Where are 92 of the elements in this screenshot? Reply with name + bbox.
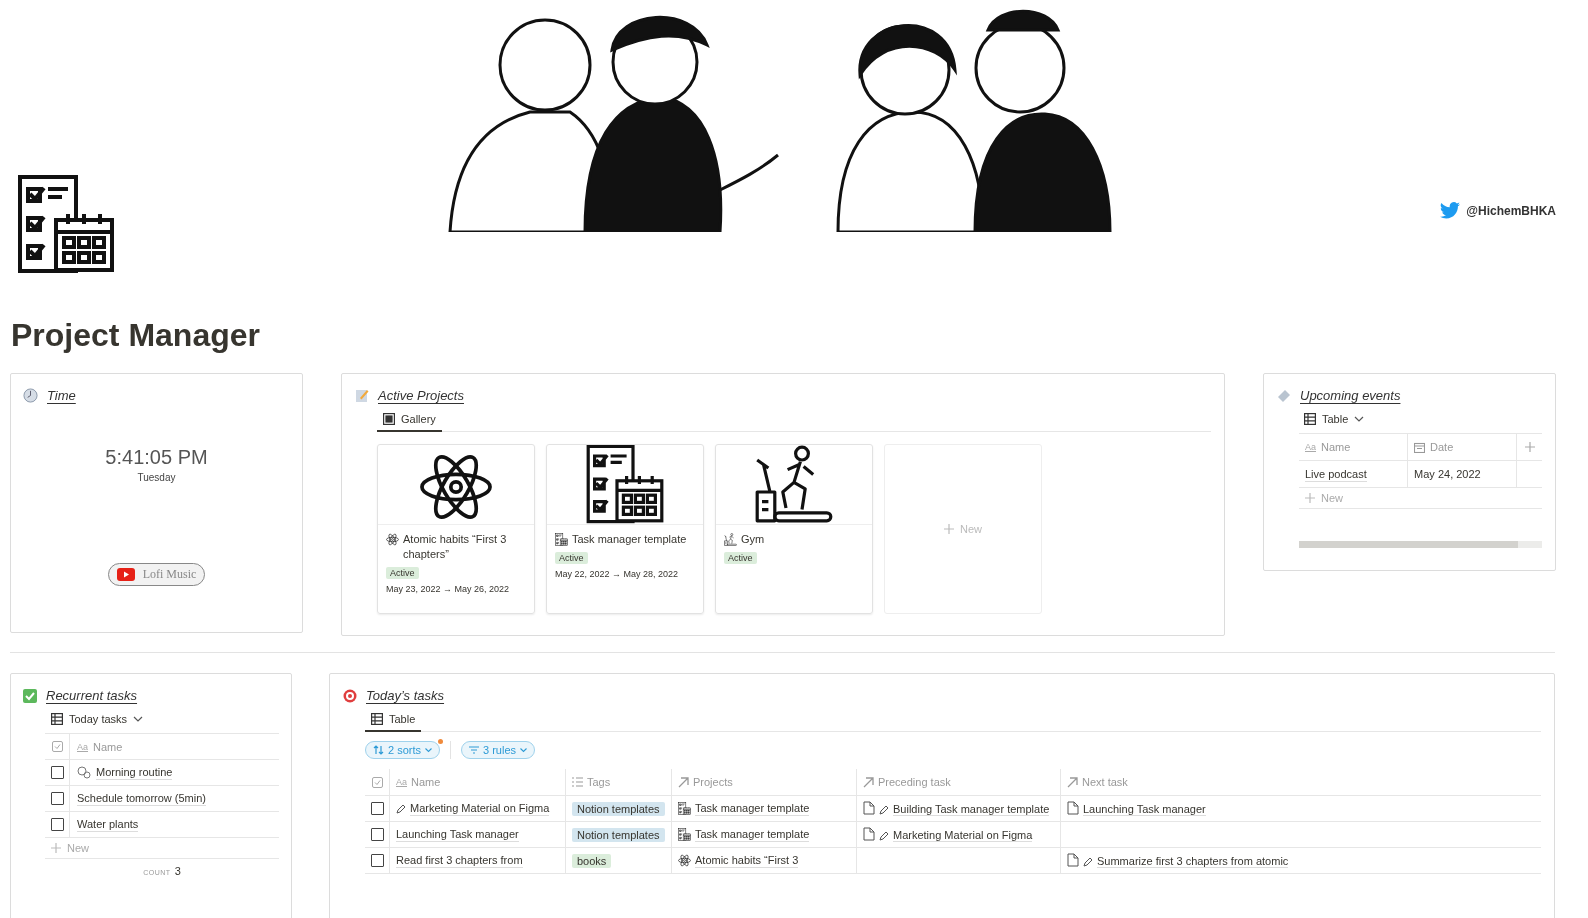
project-link[interactable]: Task manager template — [695, 827, 810, 842]
gallery-card[interactable]: Task manager template Active May 22, 2022 → May 28, 2022 — [546, 444, 704, 614]
gallery-icon — [383, 413, 395, 425]
arrow-icon — [863, 776, 874, 788]
calendar-icon — [1414, 441, 1426, 453]
checklist-calendar-icon — [678, 828, 691, 841]
filter-icon — [469, 746, 479, 754]
text-property-icon: Aa — [1305, 442, 1316, 452]
task-name[interactable]: Schedule tomorrow (5min) — [77, 791, 206, 806]
chevron-down-icon — [425, 747, 432, 753]
clock-icon — [23, 388, 38, 403]
next-task-link[interactable]: Launching Task manager — [1083, 802, 1206, 816]
weekday-label: Tuesday — [137, 472, 176, 483]
atom-icon — [678, 854, 691, 867]
list-icon — [572, 777, 583, 787]
twitter-handle[interactable]: @HichemBHKA — [1466, 203, 1556, 218]
atom-icon — [386, 533, 399, 546]
view-selector[interactable]: Today tasks — [51, 713, 144, 725]
checkbox[interactable] — [50, 792, 64, 805]
project-name: Atomic habits “First 3 chapters” — [403, 532, 508, 562]
task-name[interactable]: Morning routine — [96, 765, 173, 780]
bird-icon — [1440, 202, 1461, 219]
project-link[interactable]: Task manager template — [695, 801, 810, 816]
checkbox[interactable] — [370, 828, 384, 841]
event-name[interactable]: Live podcast — [1305, 466, 1367, 482]
chevron-down-icon — [520, 747, 528, 753]
task-name[interactable]: Read first 3 chapters from — [396, 853, 523, 868]
project-link[interactable]: Atomic habits “First 3 — [695, 853, 799, 868]
document-icon — [1067, 852, 1079, 867]
date-range: May 22, 2022 → May 28, 2022 — [555, 569, 679, 579]
task-name[interactable]: Water plants — [77, 817, 139, 832]
document-icon — [863, 826, 875, 841]
section-title[interactable]: Active Projects — [378, 388, 464, 403]
status-tag: Active — [386, 567, 419, 579]
arrow-icon — [678, 776, 689, 788]
preceding-task-link[interactable]: Marketing Material on Figma — [893, 828, 1033, 842]
view-tab[interactable]: Table — [365, 711, 422, 732]
section-title[interactable]: Time — [47, 388, 76, 403]
checkbox-property-icon — [51, 741, 63, 752]
count-value: 3 — [174, 865, 181, 877]
play-icon — [116, 568, 135, 581]
plus-icon — [51, 843, 61, 853]
text-property-icon: Aa — [77, 741, 88, 752]
checklist-calendar-icon — [555, 533, 568, 546]
project-name: Task manager template — [572, 532, 687, 547]
chevron-down-icon — [1354, 416, 1365, 422]
document-icon — [863, 800, 875, 815]
checkbox[interactable] — [370, 854, 384, 867]
gallery-card[interactable]: Gym Active — [715, 444, 873, 614]
target-icon — [343, 688, 357, 703]
status-tag: Active — [555, 552, 588, 564]
checkbox[interactable] — [50, 818, 64, 831]
document-icon — [1067, 800, 1079, 815]
tag: books — [572, 853, 612, 868]
checkbox[interactable] — [50, 766, 64, 779]
chevron-down-icon — [133, 716, 144, 722]
arrow-icon — [1067, 776, 1078, 788]
view-selector[interactable]: Table — [1304, 413, 1365, 425]
sort-icon — [373, 745, 384, 755]
treadmill-runner-icon — [724, 533, 737, 546]
tag: Notion templates — [572, 827, 665, 842]
plus-icon — [1305, 493, 1315, 503]
page-title: Project Manager — [11, 317, 261, 353]
section-title[interactable]: Recurrent tasks — [46, 688, 138, 703]
preceding-task-link[interactable]: Building Task manager template — [893, 802, 1050, 816]
project-name: Gym — [741, 532, 765, 547]
checklist-calendar-icon — [678, 802, 691, 815]
task-name[interactable]: Marketing Material on Figma — [410, 801, 550, 816]
checklist-calendar-icon — [585, 445, 665, 524]
clock-time: 5:41:05 PM — [105, 446, 208, 469]
table-icon — [51, 713, 63, 725]
view-tab[interactable]: Gallery — [377, 411, 442, 432]
gallery-card[interactable]: Atomic habits “First 3 chapters” Active May 23, 2022 → May 26, 2022 — [377, 444, 535, 614]
checkbox-property-icon — [371, 776, 383, 788]
date-range: May 23, 2022 → May 26, 2022 — [386, 584, 510, 594]
section-title[interactable]: Upcoming events — [1300, 388, 1401, 403]
checkbox-icon — [23, 688, 37, 703]
scrollbar[interactable] — [1299, 541, 1542, 548]
table-icon — [1304, 413, 1316, 425]
checkbox[interactable] — [370, 802, 384, 815]
plus-icon — [943, 524, 954, 534]
memo-icon — [355, 388, 369, 403]
status-tag: Active — [724, 552, 757, 564]
treadmill-runner-icon — [754, 445, 834, 524]
table-icon — [371, 713, 383, 725]
next-task-link[interactable]: Summarize first 3 chapters from atomic — [1097, 854, 1289, 868]
table-cell: May 24, 2022 — [1408, 461, 1518, 487]
tag: Notion templates — [572, 801, 665, 816]
task-name[interactable]: Launching Task manager — [396, 827, 519, 842]
checklist-calendar-icon — [16, 174, 116, 274]
text-property-icon: Aa — [396, 777, 407, 787]
section-title[interactable]: Today’s tasks — [366, 688, 445, 703]
